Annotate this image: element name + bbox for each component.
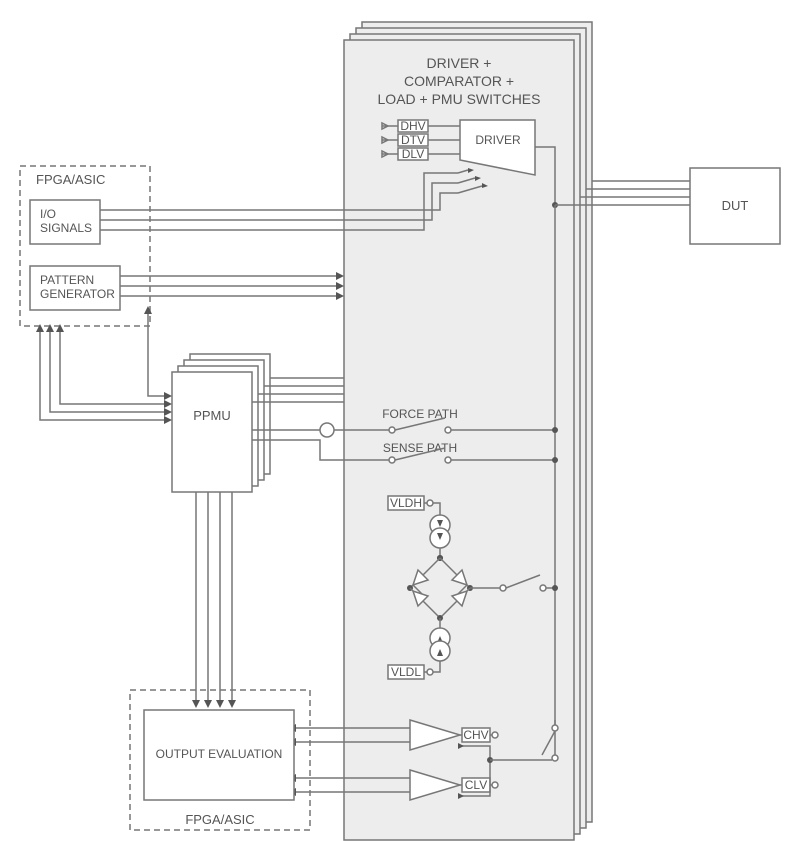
sense-path-label: SENSE PATH (383, 441, 457, 455)
pattern-gen-label-1: PATTERN (40, 273, 94, 287)
force-path-label: FORCE PATH (382, 407, 458, 421)
pattern-gen-label-2: GENERATOR (40, 287, 115, 301)
dtv-label: DTV (401, 133, 425, 147)
driver-label: DRIVER (475, 133, 521, 147)
ppmu-to-output-eval (192, 492, 236, 708)
main-title-line3: LOAD + PMU SWITCHES (378, 91, 541, 107)
driver-inputs: DHV DTV DLV (382, 119, 460, 161)
dlv-label: DLV (402, 147, 424, 161)
fpga-bottom-title: FPGA/ASIC (185, 812, 254, 827)
clv-label: CLV (465, 778, 487, 792)
ppmu-stack: PPMU (172, 354, 270, 492)
dhv-label: DHV (400, 119, 425, 133)
dut-label: DUT (722, 198, 749, 213)
vldh-label: VLDH (390, 496, 422, 510)
main-title-line1: DRIVER + (427, 55, 492, 71)
vldl-label: VLDL (391, 665, 421, 679)
io-signals-label-1: I/O (40, 207, 56, 221)
output-eval-label: OUTPUT EVALUATION (156, 747, 283, 761)
chv-label: CHV (463, 728, 488, 742)
fpga-top-title: FPGA/ASIC (36, 172, 105, 187)
pattern-gen-wires (120, 272, 344, 300)
io-signals-label-2: SIGNALS (40, 221, 92, 235)
ppmu-label: PPMU (193, 408, 231, 423)
fpga-to-ppmu (36, 306, 172, 424)
main-title-line2: COMPARATOR + (404, 73, 514, 89)
